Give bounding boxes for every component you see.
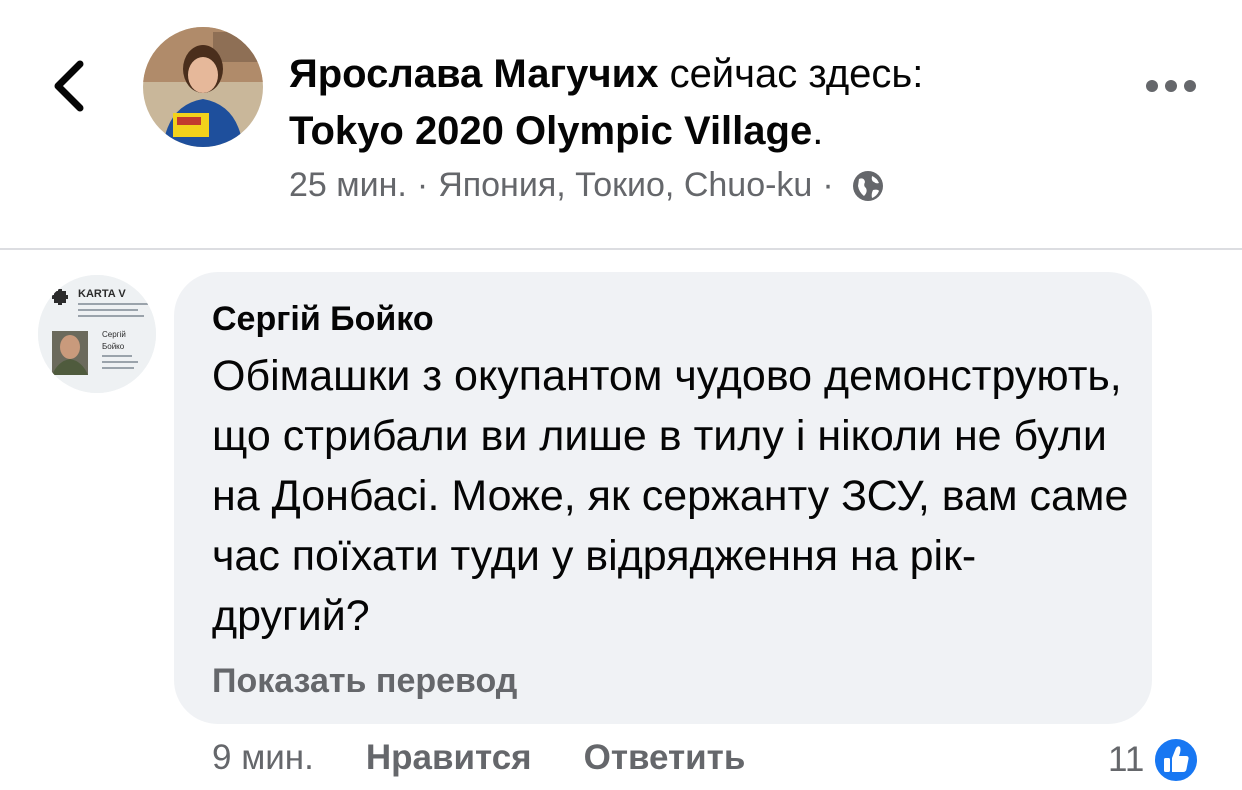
post-header: Ярослава Магучих сейчас здесь: Tokyo 202… — [0, 0, 1242, 250]
avatar-card-title: KARTA V — [78, 288, 126, 300]
post-location[interactable]: Япония, Токио, Chuo-ku — [438, 166, 812, 205]
more-dots-icon — [1146, 80, 1196, 92]
comment-time[interactable]: 9 мин. — [212, 738, 314, 778]
place-suffix: . — [812, 109, 824, 153]
chevron-left-icon — [54, 60, 84, 112]
place-name[interactable]: Tokyo 2020 Olympic Village — [289, 109, 812, 153]
reaction-count: 11 — [1108, 740, 1145, 779]
like-button[interactable]: Нравится — [366, 738, 532, 778]
comment-bubble: Сергій Бойко Обімашки з окупантом чудово… — [174, 272, 1152, 724]
more-options-button[interactable] — [1143, 72, 1199, 100]
meta-separator: · — [416, 166, 429, 204]
reaction-summary[interactable]: 11 — [1108, 736, 1200, 784]
comment-actions: 9 мин. Нравится Ответить — [212, 738, 745, 778]
post-meta: 25 мин. · Япония, Токио, Chuo-ku · — [289, 166, 886, 205]
show-translation-link[interactable]: Показать перевод — [212, 662, 517, 701]
status-text: сейчас здесь: — [669, 52, 924, 96]
avatar-card-surname: Бойко — [102, 342, 125, 351]
author-avatar[interactable] — [143, 27, 263, 147]
avatar-card-name: Сергій — [102, 330, 126, 339]
globe-icon — [850, 168, 886, 204]
commenter-avatar[interactable]: KARTA V Сергій Бойко — [38, 275, 156, 393]
post-headline: Ярослава Магучих сейчас здесь: Tokyo 202… — [289, 46, 1109, 160]
like-reaction-icon — [1152, 736, 1200, 784]
back-button[interactable] — [50, 58, 90, 114]
author-name[interactable]: Ярослава Магучих — [289, 52, 658, 96]
divider — [0, 248, 1242, 250]
meta-separator: · — [822, 166, 834, 204]
reply-button[interactable]: Ответить — [584, 738, 746, 778]
post-time[interactable]: 25 мин. — [289, 166, 407, 205]
comment-text: Обімашки з окупантом чудово демонструють… — [212, 352, 1129, 640]
commenter-name[interactable]: Сергій Бойко — [212, 300, 434, 339]
